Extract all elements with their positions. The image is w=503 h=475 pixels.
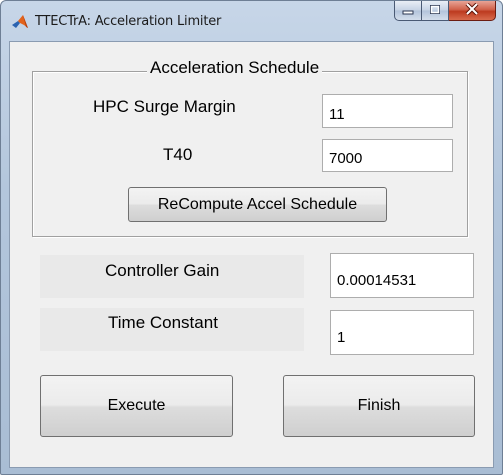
window-title: TTECTrA: Acceleration Limiter [35,14,222,29]
controller-gain-field[interactable]: 0.00014531 [330,253,474,298]
t40-label: T40 [163,145,193,164]
recompute-accel-schedule-button[interactable]: ReCompute Accel Schedule [128,187,387,222]
surge-margin-label: HPC Surge Margin [93,97,236,116]
minimize-icon [402,2,414,20]
controller-gain-label: Controller Gain [105,261,220,280]
time-constant-field[interactable]: 1 [330,310,474,355]
t40-field[interactable]: 7000 [322,139,453,172]
panel-title: Acceleration Schedule [147,58,323,78]
title-bar[interactable]: TTECTrA: Acceleration Limiter [1,1,502,41]
surge-margin-field[interactable]: 11 [322,94,453,128]
close-button[interactable] [449,1,496,21]
maximize-icon [429,2,441,20]
time-constant-label: Time Constant [108,313,218,332]
close-icon [465,2,479,20]
minimize-button[interactable] [394,1,422,21]
matlab-icon [11,13,29,31]
execute-button[interactable]: Execute [40,375,233,437]
maximize-button[interactable] [422,1,449,21]
finish-button[interactable]: Finish [283,375,475,437]
